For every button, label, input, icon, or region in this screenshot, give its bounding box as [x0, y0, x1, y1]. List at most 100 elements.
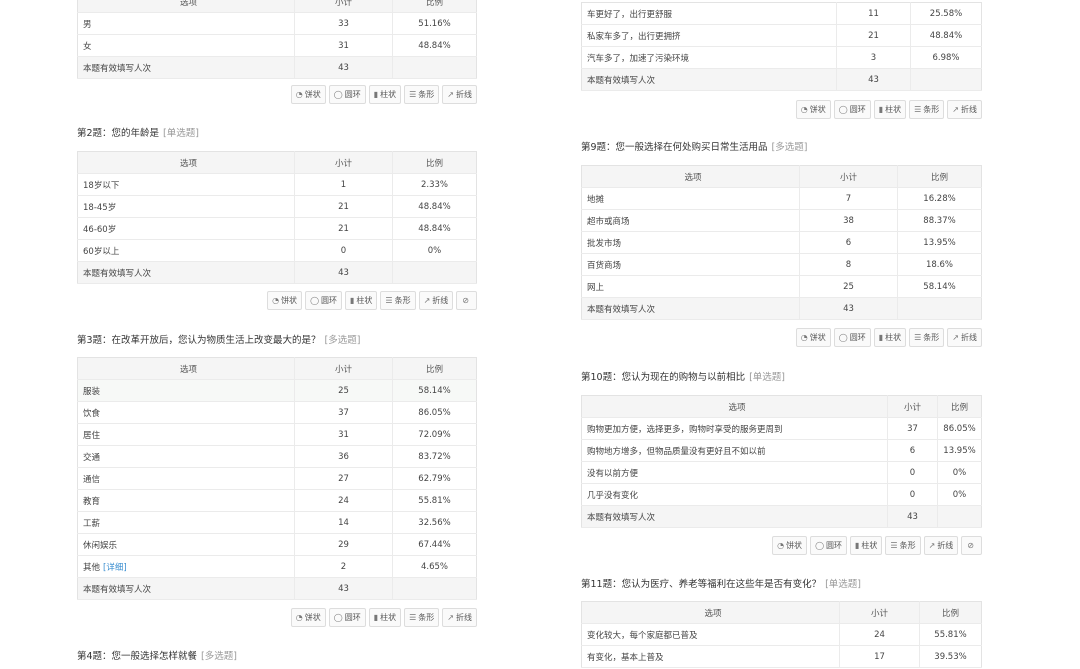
option-header: 选项	[77, 0, 295, 13]
question-type: [多选题]	[771, 142, 808, 153]
bar-icon: ▮	[855, 541, 860, 550]
table-row: 地摊 7 16.28%	[581, 187, 982, 210]
pie-icon: ◔	[800, 333, 808, 342]
total-row: 本题有效填写人次 43	[581, 68, 982, 91]
ring-chart-button[interactable]: ◯ 圆环	[810, 536, 848, 555]
change-table: 选项 小计 比例 服装 25 58.14% 饮食 37 86.05% 居住 31 72.09% …	[77, 357, 477, 600]
ring-chart-button[interactable]: ◯ 圆环	[328, 85, 366, 104]
bar-chart-button[interactable]: ▮ 柱状	[873, 328, 907, 347]
hbar-icon: ☰	[409, 90, 417, 99]
line-icon: ↗	[952, 333, 959, 342]
hide-icon: ⊘	[967, 541, 974, 550]
bar-chart-button[interactable]: ▮ 柱状	[345, 291, 378, 310]
count-cell: 33	[294, 12, 393, 35]
line-icon: ↗	[423, 296, 431, 305]
chart-toolbar: ◔ 饼状 ◯ 圆环 ▮ 柱状 ☰ 条形 ↗ 折线 ⊘	[772, 536, 982, 555]
hbar-chart-button[interactable]: ☰ 条形	[404, 608, 440, 627]
table-row: 私家车多了，出行更拥挤 21 48.84%	[581, 24, 982, 47]
table-row: 购物地方增多，但物品质量没有更好且不如以前 6 13.95%	[581, 439, 982, 462]
line-chart-button[interactable]: ↗ 折线	[923, 536, 959, 555]
line-icon: ↗	[447, 90, 454, 99]
travel-table: 车更好了，出行更舒服 11 25.58% 私家车多了，出行更拥挤 21 48.84% 汽…	[581, 2, 982, 91]
table-header-row: 选项 小计 比例	[77, 357, 477, 380]
line-icon: ↗	[928, 541, 936, 550]
hbar-icon: ☰	[890, 541, 898, 550]
chart-toolbar: ◔ 饼状 ◯ 圆环 ▮ 柱状 ☰ 条形 ↗ 折线	[290, 85, 477, 104]
question-type: [多选题]	[324, 335, 361, 346]
pie-icon: ◔	[295, 90, 303, 99]
table-row: 车更好了，出行更舒服 11 25.58%	[581, 2, 982, 25]
ring-chart-button[interactable]: ◯ 圆环	[305, 291, 343, 310]
question-title: 第9题：您一般选择在何处购买日常生活用品 [多选题]	[581, 142, 808, 153]
hbar-chart-button[interactable]: ☰ 条形	[909, 100, 945, 119]
pie-chart-button[interactable]: ◔ 饼状	[772, 536, 808, 555]
ratio-header: 比例	[392, 151, 477, 174]
bar-chart-button[interactable]: ▮ 柱状	[850, 536, 883, 555]
ratio-cell: 51.16%	[392, 12, 477, 35]
total-row: 本题有效填写人次 43	[581, 505, 982, 528]
table-row: 百货商场 8 18.6%	[581, 253, 982, 276]
table-header-row: 选项 小计 比例	[77, 151, 477, 174]
line-chart-button[interactable]: ↗ 折线	[947, 328, 982, 347]
ring-icon: ◯	[333, 613, 343, 622]
table-row: 超市或商场 38 88.37%	[581, 209, 982, 232]
ring-icon: ◯	[838, 105, 848, 114]
table-row: 休闲娱乐 29 67.44%	[77, 533, 477, 556]
question-type: [多选题]	[201, 651, 237, 662]
pie-chart-button[interactable]: ◔ 饼状	[795, 100, 831, 119]
hide-chart-button[interactable]: ⊘	[456, 291, 477, 310]
hbar-icon: ☰	[914, 105, 922, 114]
ring-chart-button[interactable]: ◯ 圆环	[833, 328, 871, 347]
ring-chart-button[interactable]: ◯ 圆环	[833, 100, 871, 119]
pie-icon: ◔	[777, 541, 785, 550]
welfare-table: 选项 小计 比例 变化较大，每个家庭都已普及 24 55.81% 有变化，基本上普及 17…	[581, 601, 982, 668]
table-row: 教育 24 55.81%	[77, 489, 477, 512]
total-row: 本题有效填写人次 43	[77, 261, 477, 284]
table-header-row: 选项 小计 比例	[581, 601, 982, 624]
table-row: 购物更加方便，选择更多，购物时享受的服务更周到 37 86.05%	[581, 417, 982, 440]
detail-link[interactable]: [详细]	[103, 563, 127, 573]
line-chart-button[interactable]: ↗ 折线	[442, 85, 477, 104]
question-title: 第11题：您认为医疗、养老等福利在这些年是否有变化？ [单选题]	[581, 579, 862, 590]
table-row: 有变化，基本上普及 17 39.53%	[581, 645, 982, 668]
ratio-cell: 48.84%	[392, 34, 477, 57]
hbar-chart-button[interactable]: ☰ 条形	[380, 291, 416, 310]
ratio-header: 比例	[392, 0, 477, 13]
table-row: 工薪 14 32.56%	[77, 511, 477, 534]
count-header: 小计	[294, 151, 393, 174]
table-row: 男 33 51.16%	[77, 12, 477, 35]
pie-icon: ◔	[295, 613, 303, 622]
ring-chart-button[interactable]: ◯ 圆环	[328, 608, 366, 627]
table-row: 60岁以上 0 0%	[77, 239, 477, 262]
gender-table: 选项 小计 比例 男 33 51.16% 女 31 48.84% 本题有效填写人次 43	[77, 0, 477, 79]
question-title: 第3题：在改革开放后，您认为物质生活上改变最大的是？ [多选题]	[77, 335, 361, 346]
line-chart-button[interactable]: ↗ 折线	[418, 291, 454, 310]
pie-chart-button[interactable]: ◔ 饼状	[290, 85, 326, 104]
bar-chart-button[interactable]: ▮ 柱状	[368, 85, 402, 104]
table-row: 其他 [详细] 2 4.65%	[77, 555, 477, 578]
hbar-chart-button[interactable]: ☰ 条形	[885, 536, 921, 555]
line-chart-button[interactable]: ↗ 折线	[947, 100, 982, 119]
table-header-row: 选项 小计 比例	[581, 165, 982, 188]
table-row: 没有以前方便 0 0%	[581, 461, 982, 484]
bar-chart-button[interactable]: ▮ 柱状	[368, 608, 402, 627]
hbar-icon: ☰	[385, 296, 393, 305]
bar-chart-button[interactable]: ▮ 柱状	[873, 100, 907, 119]
line-icon: ↗	[447, 613, 454, 622]
pie-icon: ◔	[800, 105, 808, 114]
pie-chart-button[interactable]: ◔ 饼状	[795, 328, 831, 347]
line-chart-button[interactable]: ↗ 折线	[442, 608, 477, 627]
table-row: 18岁以下 1 2.33%	[77, 173, 477, 196]
pie-chart-button[interactable]: ◔ 饼状	[290, 608, 326, 627]
pie-chart-button[interactable]: ◔ 饼状	[267, 291, 303, 310]
hbar-chart-button[interactable]: ☰ 条形	[404, 85, 440, 104]
table-row: 网上 25 58.14%	[581, 275, 982, 298]
hbar-chart-button[interactable]: ☰ 条形	[909, 328, 945, 347]
question-type: [单选题]	[163, 128, 199, 139]
total-count: 43	[294, 56, 393, 79]
table-row: 通信 27 62.79%	[77, 467, 477, 490]
hide-chart-button[interactable]: ⊘	[961, 536, 982, 555]
table-header-row: 选项 小计 比例	[581, 395, 982, 418]
table-row: 汽车多了，加速了污染环境 3 6.98%	[581, 46, 982, 69]
table-row: 变化较大，每个家庭都已普及 24 55.81%	[581, 623, 982, 646]
